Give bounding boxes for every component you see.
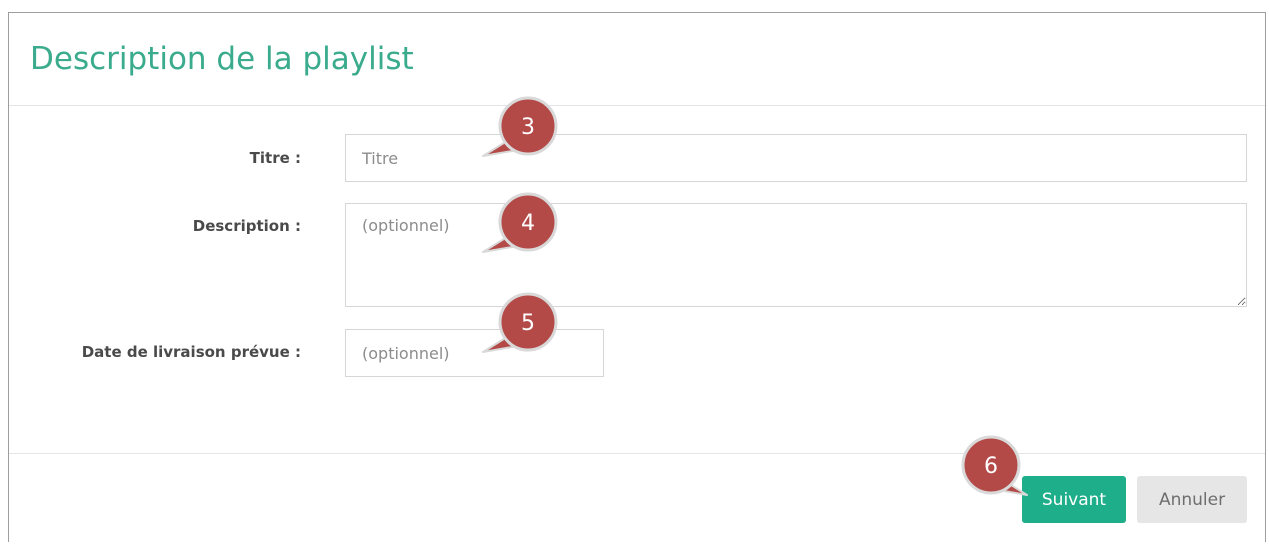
modal-header: Description de la playlist <box>9 13 1265 106</box>
next-button[interactable]: Suivant <box>1022 476 1126 523</box>
delivery-date-input[interactable] <box>345 329 604 377</box>
callout-5-badge: 5 <box>482 292 558 353</box>
callout-6-badge: 6 <box>961 435 1028 496</box>
callout-6-label: 6 <box>984 454 998 479</box>
description-label: Description : <box>192 217 301 235</box>
callout-3-label: 3 <box>521 115 535 140</box>
playlist-description-modal: Description de la playlist Titre : Descr… <box>8 12 1266 542</box>
description-textarea[interactable] <box>345 203 1247 307</box>
title-label: Titre : <box>249 149 301 167</box>
delivery-date-label: Date de livraison prévue : <box>81 343 301 361</box>
callout-5-label: 5 <box>521 311 535 336</box>
cancel-button[interactable]: Annuler <box>1137 476 1247 523</box>
modal-footer: Suivant Annuler <box>9 453 1265 544</box>
callout-4-label: 4 <box>521 211 535 236</box>
modal-title: Description de la playlist <box>30 41 414 77</box>
title-input[interactable] <box>345 134 1247 182</box>
callout-3-badge: 3 <box>482 96 558 157</box>
callout-4-badge: 4 <box>482 192 558 253</box>
